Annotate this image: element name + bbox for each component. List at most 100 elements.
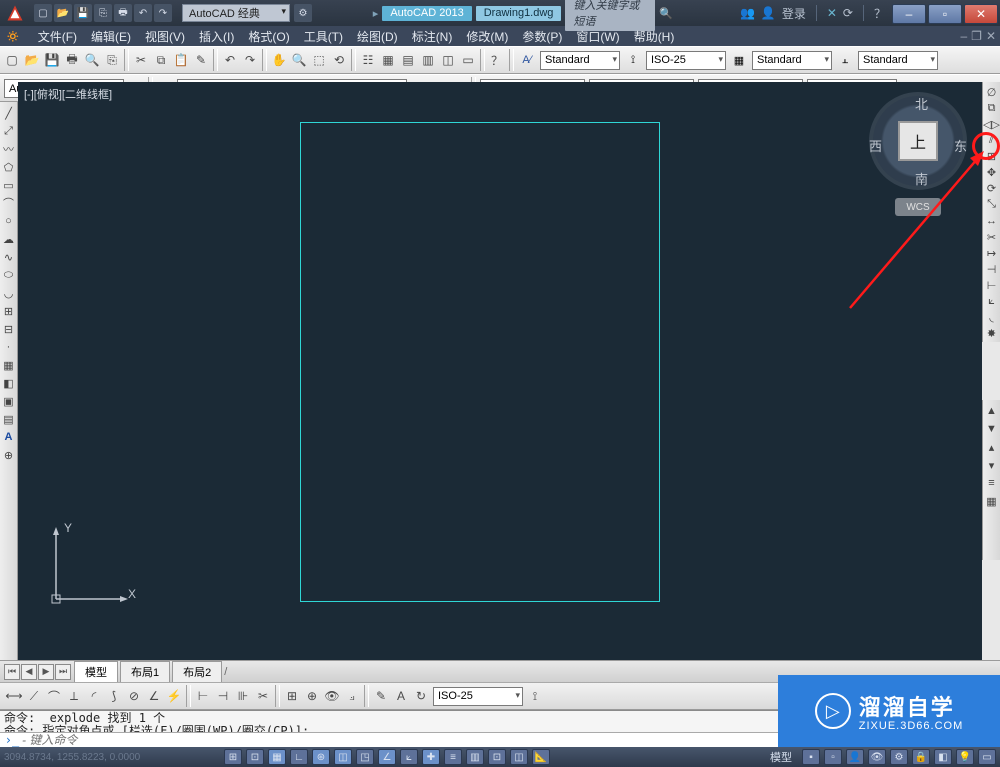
menu-window[interactable]: 窗口(W): [576, 28, 619, 45]
ellipse-icon[interactable]: ⬭: [1, 267, 17, 283]
dimang-icon[interactable]: ∠: [144, 685, 164, 707]
tablestyle-icon[interactable]: ▦: [728, 49, 750, 71]
sb-hw-icon[interactable]: ◧: [934, 749, 952, 765]
doc-restore-icon[interactable]: ❐: [971, 29, 982, 43]
sb-annoscale-icon[interactable]: 👤: [846, 749, 864, 765]
status-coordinates[interactable]: 3094.8734, 1255.8223, 0.0000: [4, 752, 224, 763]
do-hatch-icon[interactable]: ▦: [984, 493, 1000, 509]
copy2-icon[interactable]: ⧉: [984, 101, 1000, 115]
sb-layout-icon[interactable]: ▪: [802, 749, 820, 765]
tab-last-icon[interactable]: ⏭: [55, 664, 71, 680]
qat-undo-icon[interactable]: ↶: [134, 4, 152, 22]
qat-new-icon[interactable]: ▢: [34, 4, 52, 22]
hatch-icon[interactable]: ▦: [1, 357, 17, 373]
dimbreak-icon[interactable]: ✂: [253, 685, 273, 707]
line-icon[interactable]: ╱: [1, 105, 17, 121]
viewport-label[interactable]: [-][俯视][二维线框]: [24, 86, 112, 102]
dimstyle-dropdown[interactable]: ISO-25: [646, 51, 726, 70]
save-icon[interactable]: 💾: [42, 49, 62, 71]
dimarc-icon[interactable]: ⌒: [44, 685, 64, 707]
maximize-button[interactable]: ▫: [928, 4, 962, 24]
help-search-field[interactable]: 键入关键字或短语: [565, 0, 655, 31]
sb-sc-icon[interactable]: ◫: [510, 749, 528, 765]
sb-tpy-icon[interactable]: ▥: [466, 749, 484, 765]
sb-qp-icon[interactable]: ⊡: [488, 749, 506, 765]
fillet-icon[interactable]: ◟: [984, 311, 1000, 325]
viewcube-e[interactable]: 东: [954, 136, 967, 155]
doc-close-icon[interactable]: ✕: [986, 29, 996, 43]
point-icon[interactable]: ·: [1, 339, 17, 355]
exchange-icon[interactable]: ✕: [827, 6, 837, 20]
tab-model[interactable]: 模型: [74, 661, 118, 682]
doc-min-icon[interactable]: –: [960, 29, 967, 43]
signin-icon[interactable]: 👤: [761, 6, 776, 20]
scale-icon[interactable]: ⤡: [984, 198, 1000, 212]
redo-icon[interactable]: ↷: [240, 49, 260, 71]
sb-3dosnap-icon[interactable]: ◳: [356, 749, 374, 765]
paste-icon[interactable]: 📋: [171, 49, 191, 71]
model-space-button[interactable]: 模型: [764, 749, 798, 765]
do-front-icon[interactable]: ▲: [984, 403, 1000, 419]
dimstyle-dd2[interactable]: ISO-25: [433, 687, 523, 706]
spline-icon[interactable]: ∿: [1, 249, 17, 265]
viewcube-s[interactable]: 南: [915, 169, 928, 188]
arc-icon[interactable]: ⌒: [1, 195, 17, 211]
tab-layout1[interactable]: 布局1: [120, 661, 170, 682]
menu-view[interactable]: 视图(V): [145, 28, 185, 45]
makeblock-icon[interactable]: ⊟: [1, 321, 17, 337]
markup-icon[interactable]: ◫: [438, 49, 458, 71]
people-icon[interactable]: 👥: [740, 6, 755, 20]
erase-icon[interactable]: ∅: [984, 85, 1000, 99]
sb-ortho-icon[interactable]: ∟: [290, 749, 308, 765]
sb-am-icon[interactable]: 📐: [532, 749, 550, 765]
tolerance-icon[interactable]: ⊞: [282, 685, 302, 707]
app-menu-button[interactable]: [0, 0, 30, 26]
pan-icon[interactable]: ✋: [269, 49, 289, 71]
menu-insert[interactable]: 插入(I): [199, 28, 234, 45]
tab-prev-icon[interactable]: ◀: [21, 664, 37, 680]
menu-edit[interactable]: 编辑(E): [91, 28, 131, 45]
sb-lwt-icon[interactable]: ≡: [444, 749, 462, 765]
sb-ws-icon[interactable]: ⚙: [890, 749, 908, 765]
help2-icon[interactable]: ？: [487, 49, 507, 71]
new-icon[interactable]: ▢: [2, 49, 22, 71]
viewcube-n[interactable]: 北: [915, 94, 928, 113]
qat-plot-icon[interactable]: 🖶: [114, 4, 132, 22]
publish-icon[interactable]: ⎘: [102, 49, 122, 71]
open-icon[interactable]: 📂: [22, 49, 42, 71]
insertblock-icon[interactable]: ⊞: [1, 303, 17, 319]
sb-otrack-icon[interactable]: ∠: [378, 749, 396, 765]
gradient-icon[interactable]: ◧: [1, 375, 17, 391]
properties-icon[interactable]: ☷: [358, 49, 378, 71]
ellipsearc-icon[interactable]: ◡: [1, 285, 17, 301]
mtext-icon[interactable]: A: [1, 429, 17, 445]
menu-file[interactable]: 文件(F): [38, 28, 77, 45]
dc-icon[interactable]: ▦: [378, 49, 398, 71]
undo-icon[interactable]: ↶: [220, 49, 240, 71]
circle-icon[interactable]: ○: [1, 213, 17, 229]
menu-modify[interactable]: 修改(M): [466, 28, 508, 45]
qat-open-icon[interactable]: 📂: [54, 4, 72, 22]
chamfer-icon[interactable]: ⟀: [984, 295, 1000, 309]
rectangle-icon[interactable]: ▭: [1, 177, 17, 193]
viewcube-w[interactable]: 西: [869, 136, 882, 155]
mirror-icon[interactable]: ◁▷: [984, 117, 1000, 131]
menu-dimension[interactable]: 标注(N): [412, 28, 453, 45]
sb-infer-icon[interactable]: ⊞: [224, 749, 242, 765]
do-text-icon[interactable]: ≡: [984, 475, 1000, 491]
diminspect-icon[interactable]: 👁: [322, 685, 342, 707]
extend-icon[interactable]: ↦: [984, 246, 1000, 260]
sb-lock-icon[interactable]: 🔒: [912, 749, 930, 765]
zoom-win-icon[interactable]: ⬚: [309, 49, 329, 71]
stretch-icon[interactable]: ↔: [984, 214, 1000, 228]
zoom-prev-icon[interactable]: ⟲: [329, 49, 349, 71]
dimupdate-icon[interactable]: ↻: [411, 685, 431, 707]
dimcont-icon[interactable]: ⊣: [213, 685, 233, 707]
help-icon[interactable]: ？: [874, 5, 886, 22]
sb-isolate-icon[interactable]: 💡: [956, 749, 974, 765]
tp-icon[interactable]: ▤: [398, 49, 418, 71]
dimdia-icon[interactable]: ⊘: [124, 685, 144, 707]
dimedit-icon[interactable]: ✎: [371, 685, 391, 707]
menu-tools[interactable]: 工具(T): [304, 28, 343, 45]
rotate-icon[interactable]: ⟳: [984, 182, 1000, 196]
